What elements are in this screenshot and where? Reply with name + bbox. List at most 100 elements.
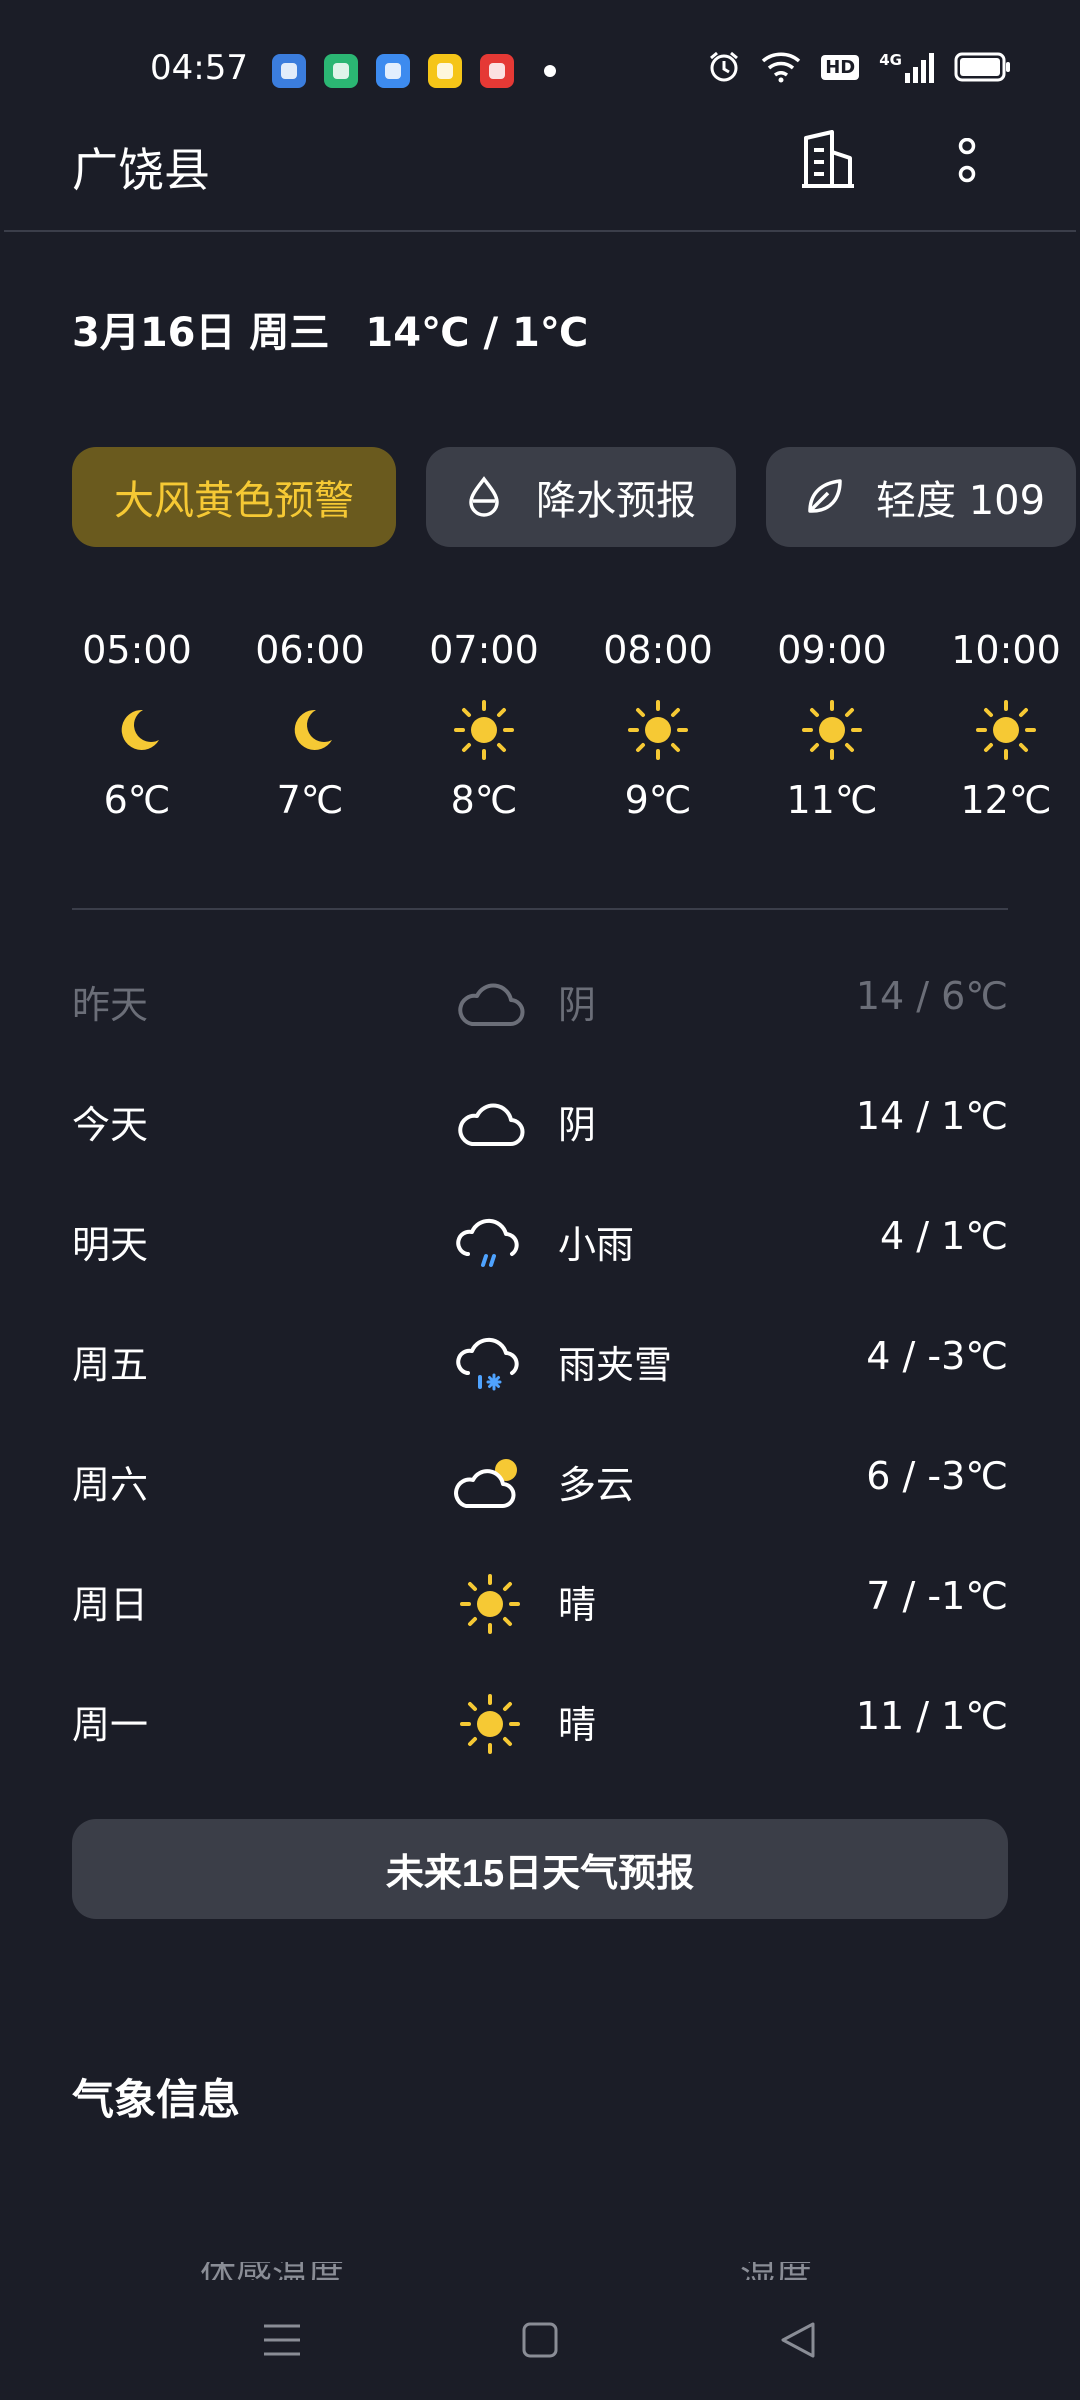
day-temp-range: 4 / 1℃ (880, 1214, 1008, 1258)
day-condition: 阴 (558, 1103, 597, 1147)
building-icon (802, 130, 854, 188)
header: 广饶县 (0, 130, 1080, 230)
feels-like-label: 体感温度 (200, 2262, 344, 2282)
notification-app-icon (272, 54, 306, 88)
back-triangle-icon (781, 2322, 815, 2358)
daily-row-yesterday[interactable]: 昨天 阴 14 / 6℃ (72, 944, 1008, 1064)
notification-app-icon (324, 54, 358, 88)
alert-chips: 大风黄色预警 降水预报 轻度 109 (72, 447, 1080, 547)
15-day-forecast-button[interactable]: 未来15日天气预报 (72, 1819, 1008, 1919)
hourly-item: 09:00 11℃ (767, 620, 897, 822)
more-options-button[interactable] (956, 137, 978, 188)
hour-temp: 6℃ (103, 778, 171, 822)
hour-time: 10:00 (951, 628, 1061, 672)
daily-row-sunday[interactable]: 周日 晴 7 / -1℃ (72, 1544, 1008, 1664)
day-temp-range: 7 / -1℃ (866, 1574, 1008, 1618)
day-temp-range: 14 / 1℃ (855, 1094, 1008, 1138)
status-time: 04:57 (150, 48, 248, 88)
hour-temp: 11℃ (786, 778, 878, 822)
system-icons: HD 4G (687, 50, 1012, 84)
day-name: 今天 (72, 1103, 149, 1147)
daily-row-today[interactable]: 今天 阴 14 / 1℃ (72, 1064, 1008, 1184)
hour-temp: 9℃ (624, 778, 692, 822)
notification-icons (272, 54, 556, 88)
hour-time: 07:00 (429, 628, 539, 672)
air-quality-label: 轻度 109 (876, 478, 1046, 524)
weather-info-partial-row: 体感温度 湿度 (200, 2262, 900, 2282)
notification-app-icon (376, 54, 410, 88)
leaf-icon (808, 479, 842, 513)
day-temp-range: 4 / -3℃ (866, 1334, 1008, 1378)
day-name: 周一 (72, 1703, 149, 1747)
daily-row-monday[interactable]: 周一 晴 11 / 1℃ (72, 1664, 1008, 1784)
date-label: 3月16日 周三 (72, 310, 330, 356)
day-temp-range: 6 / -3℃ (866, 1454, 1008, 1498)
city-management-button[interactable] (800, 130, 856, 190)
sun-icon (941, 692, 1071, 768)
sun-icon (450, 1684, 530, 1764)
hour-time: 09:00 (777, 628, 887, 672)
precipitation-label: 降水预报 (536, 478, 696, 524)
humidity-label: 湿度 (740, 2262, 812, 2282)
moon-icon (72, 692, 202, 768)
alarm-icon (707, 50, 741, 84)
navigation-bar (0, 2280, 1080, 2400)
air-quality-chip[interactable]: 轻度 109 (766, 447, 1076, 547)
daily-row-saturday[interactable]: 周六 多云 6 / -3℃ (72, 1424, 1008, 1544)
daily-row-tomorrow[interactable]: 明天 小雨 4 / 1℃ (72, 1184, 1008, 1304)
cellular-signal-icon: 4G (879, 51, 934, 83)
day-temp-range: 14 / 6℃ (855, 974, 1008, 1018)
cloud-icon (450, 964, 530, 1044)
more-vertical-icon (958, 137, 976, 183)
sun-icon (593, 692, 723, 768)
hourly-item: 05:00 6℃ (72, 620, 202, 822)
hourly-item: 10:00 12℃ (941, 620, 1071, 822)
hour-temp: 7℃ (276, 778, 344, 822)
sun-icon (450, 1564, 530, 1644)
hour-temp: 8℃ (450, 778, 518, 822)
hour-time: 06:00 (255, 628, 365, 672)
header-divider (4, 230, 1076, 232)
weather-screen: 04:57 HD 4G 广饶县 3月16日 周三 14℃ / 1℃ 大风黄色预警… (0, 0, 1080, 2400)
more-notifications-dot (544, 65, 556, 77)
hourly-item: 06:00 7℃ (245, 620, 375, 822)
status-bar: 04:57 HD 4G (0, 0, 1080, 140)
daily-row-friday[interactable]: 周五 雨夹雪 4 / -3℃ (72, 1304, 1008, 1424)
day-condition: 晴 (558, 1703, 597, 1747)
water-drop-icon (469, 476, 499, 517)
battery-icon (954, 52, 1012, 82)
daily-forecast-list: 昨天 阴 14 / 6℃ 今天 阴 14 / 1℃ 明天 小雨 4 / 1℃ 周… (72, 944, 1008, 1784)
back-button[interactable] (768, 2310, 828, 2370)
recent-apps-button[interactable] (252, 2310, 312, 2370)
sun-icon (767, 692, 897, 768)
hd-icon: HD (821, 54, 860, 80)
precipitation-forecast-chip[interactable]: 降水预报 (426, 447, 736, 547)
day-temp-range: 11 / 1℃ (855, 1694, 1008, 1738)
day-condition: 晴 (558, 1583, 597, 1627)
home-button[interactable] (510, 2310, 570, 2370)
date-summary: 3月16日 周三 14℃ / 1℃ (72, 300, 624, 358)
city-title[interactable]: 广饶县 (72, 134, 210, 200)
day-name: 昨天 (72, 983, 149, 1027)
sun-icon (419, 692, 549, 768)
hour-temp: 12℃ (960, 778, 1052, 822)
wind-warning-chip[interactable]: 大风黄色预警 (72, 447, 396, 547)
hour-time: 08:00 (603, 628, 713, 672)
notification-app-icon (428, 54, 462, 88)
moon-icon (245, 692, 375, 768)
day-name: 周日 (72, 1583, 149, 1627)
cloud-icon (450, 1084, 530, 1164)
day-name: 周五 (72, 1343, 149, 1387)
hourly-item: 08:00 9℃ (593, 620, 723, 822)
menu-icon (264, 2324, 300, 2356)
notification-app-icon (480, 54, 514, 88)
hourly-item: 07:00 8℃ (419, 620, 549, 822)
partly-cloudy-icon (450, 1444, 530, 1524)
hourly-forecast[interactable]: 05:00 6℃ 06:00 7℃ 07:00 8℃ 08:00 9℃ 09:0… (72, 620, 1072, 870)
day-name: 明天 (72, 1223, 149, 1267)
hourly-divider (72, 908, 1008, 910)
weather-info-section-title: 气象信息 (72, 2075, 241, 2124)
sleet-cloud-icon (450, 1324, 530, 1404)
day-condition: 雨夹雪 (558, 1343, 673, 1387)
day-name: 周六 (72, 1463, 149, 1507)
